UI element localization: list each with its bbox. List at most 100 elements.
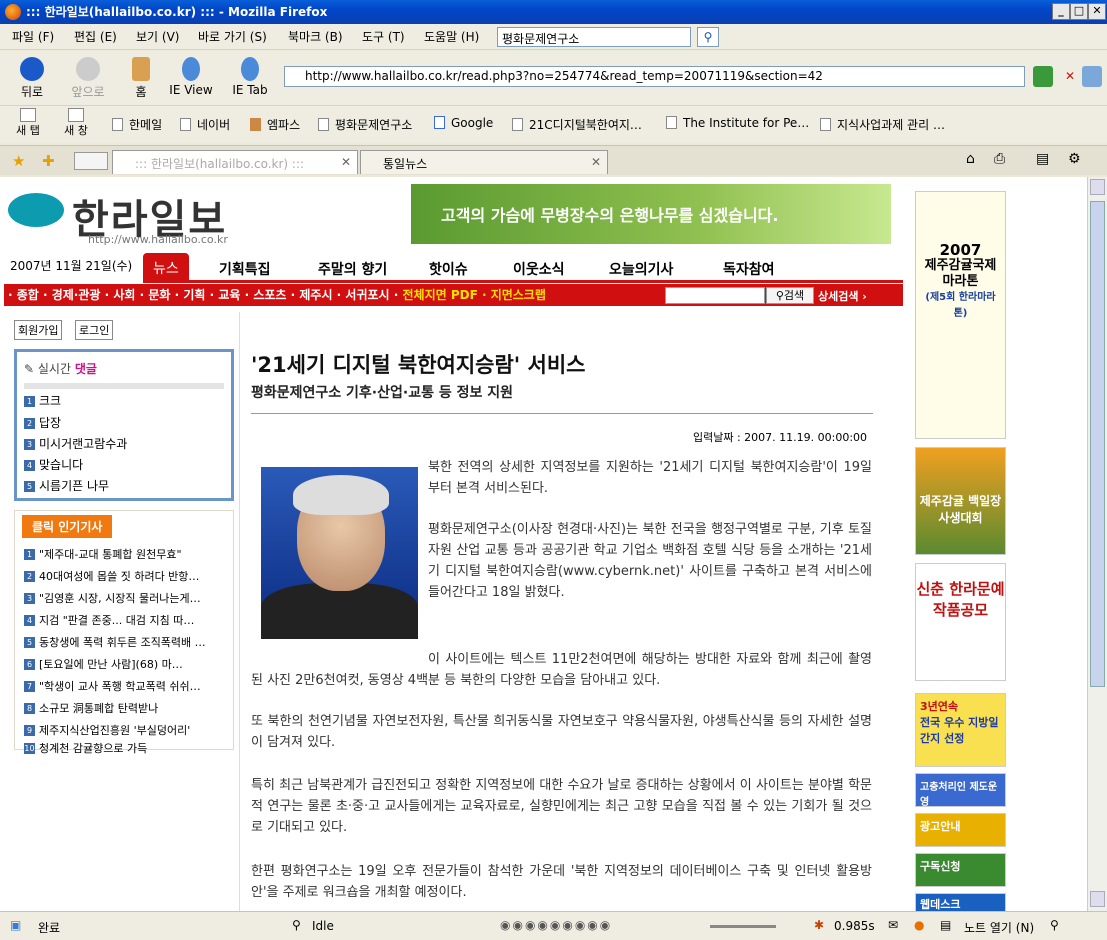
login-button[interactable]: 로그인 [75, 320, 114, 340]
menu-bookmarks[interactable]: 북마크 (B) [288, 28, 343, 45]
reply-item[interactable]: 5 시름기픈 나무 [24, 477, 109, 494]
add-bookmark-icon[interactable]: ✚ [42, 152, 55, 170]
article-paragraph: 북한 전역의 상세한 지역정보를 지원하는 '21세기 디지털 북한여지승람'이… [428, 460, 872, 496]
popular-item[interactable]: 4 지검 "판결 존중... 대검 지침 따… [24, 612, 224, 628]
zoom-icon[interactable]: ⚲ [1050, 918, 1059, 932]
popular-item[interactable]: 10 청계천 감귤향으로 가득 [24, 740, 224, 756]
nav-neighbors[interactable]: 이웃소식 [513, 259, 565, 279]
google-icon [434, 116, 445, 129]
new-tab-button[interactable]: 새 탭 [14, 108, 42, 138]
nav-special[interactable]: 기획특집 [219, 259, 271, 279]
vertical-scrollbar[interactable] [1087, 177, 1107, 911]
bookmark-item[interactable]: 평화문제연구소 [318, 116, 412, 133]
popular-item[interactable]: 2 40대여성에 몹쓸 짓 하려다 반항… [24, 568, 224, 584]
popular-item[interactable]: 6 [토요일에 만난 사람](68) 마… [24, 656, 224, 672]
gear-icon[interactable]: ⚙ [1068, 151, 1081, 167]
search-icon[interactable]: ⚲ [697, 27, 719, 47]
window-title: ::: 한라일보(hallailbo.co.kr) ::: - Mozilla … [26, 5, 328, 19]
close-tab-icon[interactable]: ✕ [591, 155, 601, 169]
menu-view[interactable]: 보기 (V) [136, 28, 179, 45]
stop-icon[interactable]: ✕ [1060, 66, 1080, 87]
maximize-button[interactable]: □ [1070, 3, 1088, 20]
home-button[interactable]: 홈 [128, 57, 154, 100]
popular-item[interactable]: 7 "학생이 교사 폭행 학교폭력 쉬쉬… [24, 678, 224, 694]
reply-item[interactable]: 3 미시거랜고람수과 [24, 435, 127, 452]
bookmark-item[interactable]: 네이버 [180, 116, 230, 133]
detail-search-link[interactable]: 상세검색 › [818, 288, 867, 304]
tab-list-button[interactable] [74, 152, 108, 170]
home-icon[interactable]: ⌂ [966, 151, 975, 167]
minimize-button[interactable]: _ [1052, 3, 1070, 20]
bookmark-item[interactable]: 21C디지털북한여지… [512, 116, 642, 133]
reload-icon[interactable] [1033, 66, 1053, 87]
close-tab-icon[interactable]: ✕ [341, 155, 351, 169]
ombudsman-link[interactable]: 고충처리인 제도운영 [915, 773, 1006, 808]
section-links[interactable]: · 종합 · 경제·관광 · 사회 · 문화 · 기획 · 교육 · 스포츠 ·… [8, 288, 402, 302]
nav-weekend[interactable]: 주말의 향기 [318, 259, 387, 279]
site-logo[interactable]: 한라일보 http://www.hallailbo.co.kr [8, 187, 270, 246]
star-icon[interactable]: ★ [12, 152, 25, 170]
tab-hallailbo[interactable]: ::: 한라일보(hallailbo.co.kr) ::: ✕ [112, 150, 358, 174]
firefox-icon[interactable]: ● [914, 918, 924, 932]
bookmark-item[interactable]: 엠파스 [250, 116, 300, 133]
window-titlebar: ::: 한라일보(hallailbo.co.kr) ::: - Mozilla … [0, 0, 1107, 24]
volume-slider[interactable] [710, 925, 776, 928]
ie-view-button[interactable]: IE View [166, 57, 216, 97]
reply-item[interactable]: 1 크크 [24, 392, 61, 409]
menu-tools[interactable]: 도구 (T) [362, 28, 405, 45]
award-ad[interactable]: 3년연속 전국 우수 지방일간지 선정 [915, 693, 1006, 767]
search-input[interactable]: 평화문제연구소 [497, 27, 691, 47]
popular-item[interactable]: 8 소규모 洞통폐합 탄력받나 [24, 700, 224, 716]
popular-item[interactable]: 9 제주지식산업진흥원 '부실덩어리' [24, 722, 224, 738]
reply-item[interactable]: 2 답장 [24, 414, 61, 431]
url-input[interactable]: http://www.hallailbo.co.kr/read.php3?no=… [284, 66, 1025, 87]
bookmark-item[interactable]: The Institute for Pe… [666, 116, 809, 130]
popular-title: 클릭 인기기사 [22, 515, 113, 538]
print-icon[interactable]: ⎙ [994, 151, 1005, 167]
subscribe-link[interactable]: 구독신청 [915, 853, 1006, 887]
menu-help[interactable]: 도움말 (H) [424, 28, 479, 45]
site-search-input[interactable] [665, 287, 765, 304]
site-search-button[interactable]: ⚲검색 [766, 287, 814, 304]
tab-tongilnews[interactable]: 통일뉴스 ✕ [360, 150, 608, 174]
menu-edit[interactable]: 편집 (E) [74, 28, 117, 45]
new-window-button[interactable]: 새 창 [62, 108, 90, 138]
scroll-down-arrow-icon[interactable] [1090, 891, 1105, 907]
tab-label: 통일뉴스 [383, 157, 428, 171]
reply-item[interactable]: 4 맞습니다 [24, 456, 83, 473]
bookmark-item[interactable]: 한메일 [112, 116, 162, 133]
scroll-up-arrow-icon[interactable] [1090, 179, 1105, 195]
popular-item[interactable]: 5 동창생에 폭력 휘두른 조직폭력배 … [24, 634, 224, 650]
popular-item[interactable]: 1 "제주대-교대 통폐합 원천무효" [24, 546, 224, 562]
forward-button[interactable]: 앞으로 [68, 57, 108, 100]
nav-reader[interactable]: 독자참여 [723, 259, 775, 279]
bookmark-item[interactable]: 지식사업과제 관리 … [820, 116, 945, 133]
bookmark-item[interactable]: Google [434, 116, 493, 130]
webdesk-link[interactable]: 웹데스크 [915, 893, 1006, 911]
popular-item[interactable]: 3 "김영훈 시장, 시장직 물러나는게… [24, 590, 224, 606]
nav-hot-issue[interactable]: 핫이슈 [429, 259, 468, 279]
marathon-ad[interactable]: 2007 제주감귤국제마라톤 (제5회 한라마라톤) [915, 191, 1006, 439]
essay-contest-ad[interactable]: 제주감귤 백일장 사생대회 [915, 447, 1006, 555]
advertise-link[interactable]: 광고안내 [915, 813, 1006, 847]
nav-news[interactable]: 뉴스 [143, 253, 189, 283]
open-notes-link[interactable]: 노트 열기 (N) [964, 919, 1034, 936]
notes-icon[interactable]: ▤ [940, 918, 951, 932]
article-paragraph: 특히 최근 남북관계가 급진전되고 정확한 지역정보에 대한 수요가 날로 증대… [251, 778, 872, 835]
pdf-links[interactable]: 전체지면 PDF · 지면스크랩 [402, 288, 545, 302]
back-button[interactable]: 뒤로 [14, 57, 50, 100]
ie-tab-button[interactable]: IE Tab [228, 57, 272, 97]
join-button[interactable]: 회원가입 [14, 320, 63, 340]
scroll-thumb[interactable] [1090, 201, 1105, 687]
media-controls[interactable]: ◉◉◉◉◉◉◉◉◉ [500, 918, 612, 932]
menu-go[interactable]: 바로 가기 (S) [198, 28, 267, 45]
close-window-button[interactable]: ✕ [1088, 3, 1106, 20]
nav-today[interactable]: 오늘의기사 [609, 259, 673, 279]
mail-icon[interactable]: ✉ [888, 918, 898, 932]
section-bar[interactable]: · 종합 · 경제·관광 · 사회 · 문화 · 기획 · 교육 · 스포츠 ·… [4, 284, 662, 306]
literary-contest-ad[interactable]: 신춘 한라문예 작품공모 [915, 563, 1006, 681]
menu-file[interactable]: 파일 (F) [12, 28, 54, 45]
extension-icon[interactable] [1082, 66, 1102, 87]
page-menu-icon[interactable]: ▤ [1036, 151, 1049, 167]
top-banner[interactable]: 고객의 가슴에 무병장수의 은행나무를 심겠습니다. [411, 184, 891, 244]
